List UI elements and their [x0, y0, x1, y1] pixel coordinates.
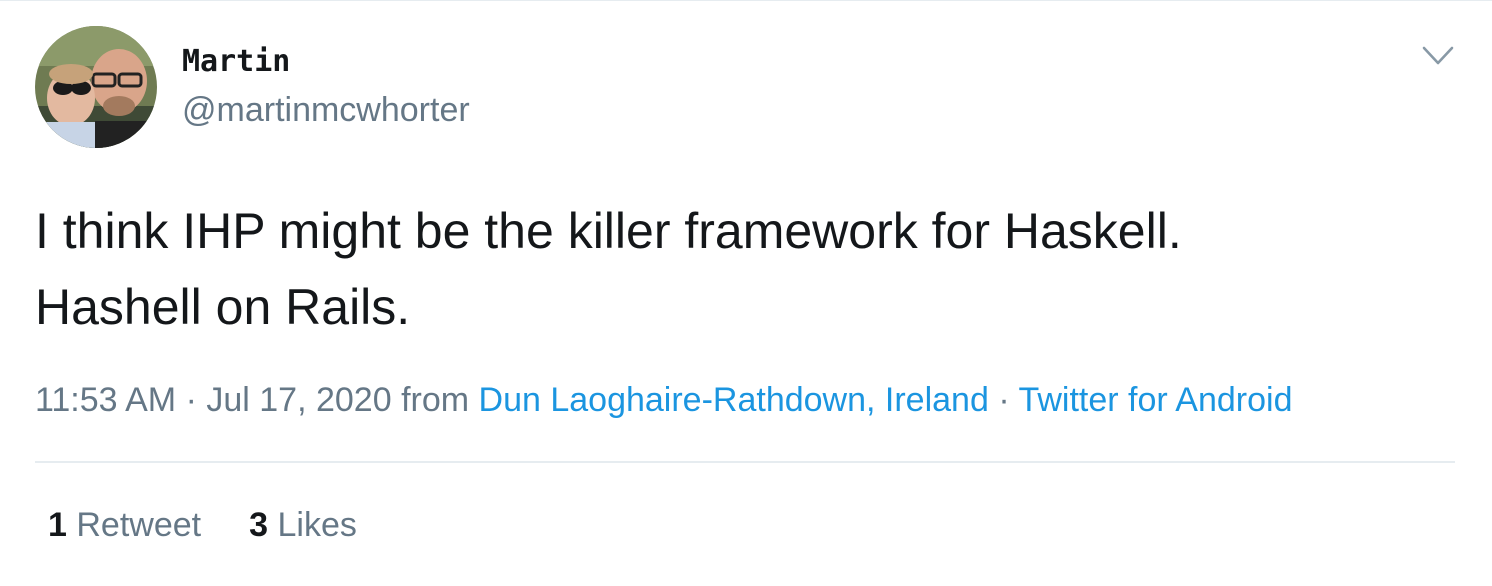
retweets-stat[interactable]: 1 Retweet — [48, 506, 201, 544]
display-name[interactable]: Martin — [182, 44, 290, 80]
chevron-down-icon[interactable] — [1421, 44, 1455, 68]
avatar[interactable] — [35, 26, 157, 148]
divider — [35, 461, 1455, 463]
source-link[interactable]: Twitter for Android — [1018, 381, 1292, 419]
meta-separator: · — [176, 381, 207, 419]
meta-separator: · — [988, 381, 1019, 419]
tweet-stats: 1 Retweet 3 Likes — [48, 503, 405, 547]
tweet-time[interactable]: 11:53 AM — [35, 381, 176, 419]
tweet-line: I think IHP might be the killer framewor… — [35, 203, 1182, 259]
tweet-line: Hashell on Rails. — [35, 279, 411, 335]
tweet-meta: 11:53 AM · Jul 17, 2020 from Dun Laoghai… — [35, 378, 1293, 422]
top-border — [0, 0, 1492, 1]
location-link[interactable]: Dun Laoghaire-Rathdown, Ireland — [479, 381, 989, 419]
from-label: from — [391, 381, 479, 419]
avatar-image — [35, 26, 157, 148]
likes-stat[interactable]: 3 Likes — [249, 506, 357, 544]
likes-label: Likes — [277, 506, 357, 544]
tweet-date[interactable]: Jul 17, 2020 — [206, 381, 391, 419]
likes-count: 3 — [249, 506, 269, 544]
tweet-text: I think IHP might be the killer framewor… — [35, 193, 1455, 345]
retweets-count: 1 — [48, 506, 67, 544]
handle[interactable]: @martinmcwhorter — [182, 90, 470, 130]
retweets-label: Retweet — [76, 506, 202, 544]
